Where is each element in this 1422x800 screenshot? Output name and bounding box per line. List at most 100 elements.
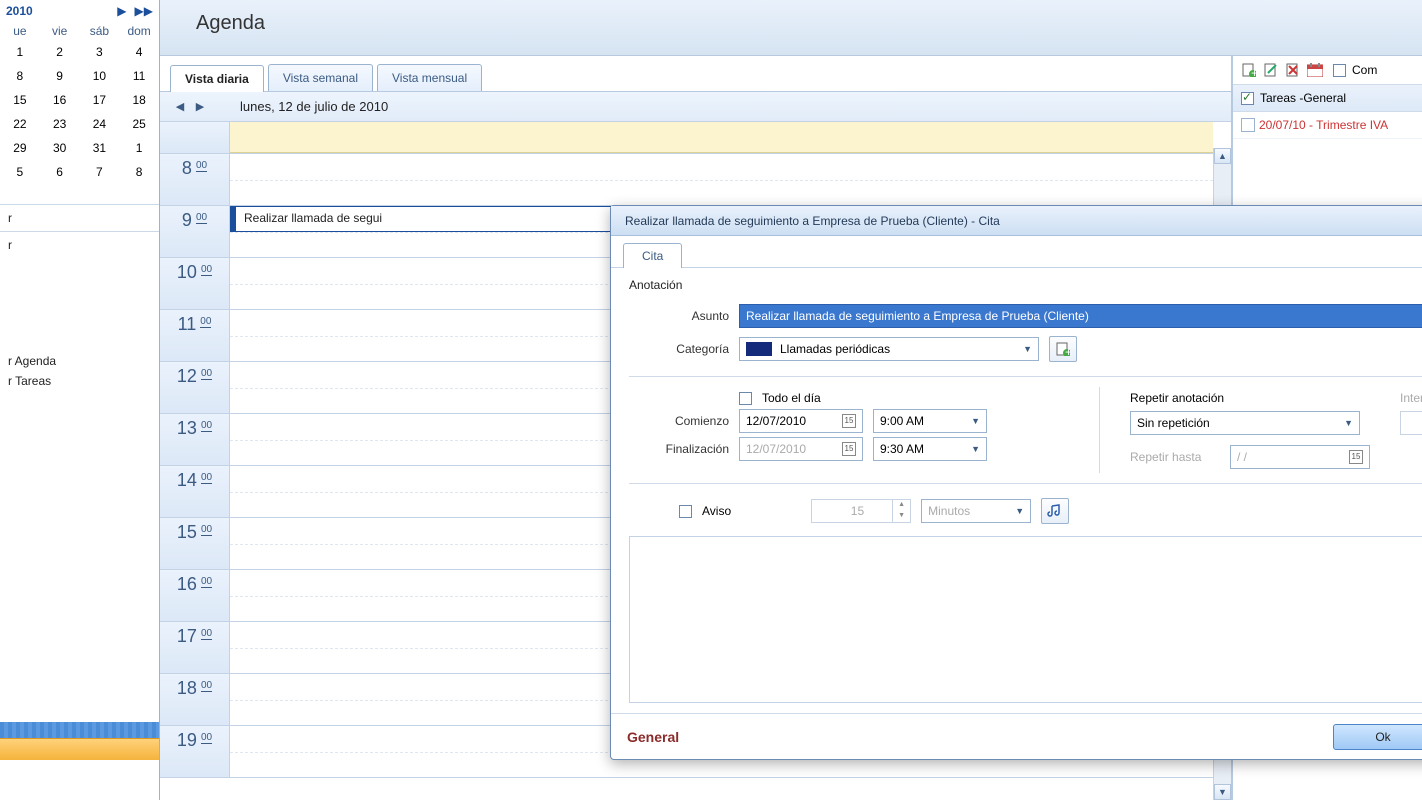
task-calendar-icon[interactable] xyxy=(1307,62,1323,78)
dialog-tab-cita[interactable]: Cita xyxy=(623,243,682,268)
task-filter-checkbox[interactable] xyxy=(1333,64,1346,77)
subject-input[interactable] xyxy=(739,304,1422,328)
label-repetir: Repetir anotación xyxy=(1130,391,1360,405)
sound-button[interactable] xyxy=(1041,498,1069,524)
task-delete-icon[interactable] xyxy=(1285,62,1301,78)
hour-gutter: 900 xyxy=(160,206,230,257)
sidebar-white-bar xyxy=(0,760,159,800)
mini-cal-dow: ueviesábdom xyxy=(0,22,159,40)
sidebar-item-b[interactable]: r xyxy=(0,231,159,258)
all-day-checkbox[interactable] xyxy=(739,392,752,405)
task-add-icon[interactable]: + xyxy=(1241,62,1257,78)
label-asunto: Asunto xyxy=(629,309,729,323)
mini-cal-day[interactable]: 30 xyxy=(40,138,80,158)
appointment-dialog: Realizar llamada de seguimiento a Empres… xyxy=(610,205,1422,760)
hour-gutter: 800 xyxy=(160,154,230,205)
all-day-slot[interactable] xyxy=(230,122,1213,153)
mini-cal-day[interactable]: 25 xyxy=(119,114,159,134)
chevron-down-icon: ▼ xyxy=(971,416,980,426)
scroll-down-icon[interactable]: ▼ xyxy=(1214,784,1231,800)
hour-gutter: 1500 xyxy=(160,518,230,569)
mini-cal-day[interactable]: 1 xyxy=(119,138,159,158)
task-com-label: Com xyxy=(1352,63,1377,77)
mini-cal-day[interactable]: 31 xyxy=(80,138,120,158)
start-date-input[interactable]: 12/07/2010 15 xyxy=(739,409,863,433)
repeat-select[interactable]: Sin repetición ▼ xyxy=(1130,411,1360,435)
sidebar-link-agenda[interactable]: r Agenda xyxy=(0,348,159,374)
end-time-input[interactable]: 9:30 AM ▼ xyxy=(873,437,987,461)
mini-cal-day[interactable]: 7 xyxy=(80,162,120,182)
hour-slot[interactable] xyxy=(230,154,1213,205)
mini-cal-day[interactable]: 24 xyxy=(80,114,120,134)
mini-cal-day[interactable]: 8 xyxy=(119,162,159,182)
start-time-input[interactable]: 9:00 AM ▼ xyxy=(873,409,987,433)
tasks-header-checkbox[interactable] xyxy=(1241,92,1254,105)
category-select[interactable]: Llamadas periódicas ▼ xyxy=(739,337,1039,361)
calendar-icon[interactable]: 15 xyxy=(842,442,856,456)
tab-daily[interactable]: Vista diaria xyxy=(170,65,264,92)
mini-cal-month: 2010 xyxy=(6,4,33,18)
repeat-until-input[interactable]: / / 15 xyxy=(1230,445,1370,469)
mini-cal-day[interactable]: 23 xyxy=(40,114,80,134)
next-day-icon[interactable]: ▶ xyxy=(190,100,210,113)
alarm-unit-select[interactable]: Minutos ▼ xyxy=(921,499,1031,523)
spin-up-icon[interactable]: ▲ xyxy=(893,500,910,511)
chevron-down-icon: ▼ xyxy=(1344,418,1353,428)
end-date-input[interactable]: 12/07/2010 15 xyxy=(739,437,863,461)
mini-cal-day[interactable]: 5 xyxy=(0,162,40,182)
scroll-up-icon[interactable]: ▲ xyxy=(1214,148,1231,164)
mini-cal-day[interactable]: 9 xyxy=(40,66,80,86)
mini-cal-day[interactable]: 11 xyxy=(119,66,159,86)
sidebar-item-a[interactable]: r xyxy=(0,204,159,231)
hour-gutter: 1600 xyxy=(160,570,230,621)
tab-weekly[interactable]: Vista semanal xyxy=(268,64,373,91)
mini-cal-day[interactable]: 6 xyxy=(40,162,80,182)
interval-spinner[interactable]: ▲▼ xyxy=(1400,411,1422,435)
ok-button[interactable]: Ok xyxy=(1333,724,1422,750)
mini-cal-day[interactable]: 3 xyxy=(80,42,120,62)
label-repetir-hasta: Repetir hasta xyxy=(1130,450,1220,464)
label-all-day: Todo el día xyxy=(762,391,821,405)
mini-cal-day[interactable]: 15 xyxy=(0,90,40,110)
chevron-down-icon: ▼ xyxy=(1015,506,1024,516)
mini-cal-day[interactable]: 10 xyxy=(80,66,120,86)
notes-textarea[interactable]: ▲ ▼ xyxy=(629,536,1422,703)
sidebar-blue-bar xyxy=(0,722,159,738)
alarm-checkbox[interactable] xyxy=(679,505,692,518)
mini-cal-day[interactable]: 4 xyxy=(119,42,159,62)
mini-cal-day[interactable]: 17 xyxy=(80,90,120,110)
mini-cal-day[interactable]: 16 xyxy=(40,90,80,110)
mini-cal-day[interactable]: 8 xyxy=(0,66,40,86)
label-comienzo: Comienzo xyxy=(629,414,729,428)
hour-gutter: 1100 xyxy=(160,310,230,361)
label-aviso: Aviso xyxy=(702,504,731,518)
mini-cal-day[interactable]: 22 xyxy=(0,114,40,134)
mini-cal-day[interactable]: 29 xyxy=(0,138,40,158)
sidebar-link-tareas[interactable]: r Tareas xyxy=(0,374,159,394)
mini-cal-day[interactable]: 1 xyxy=(0,42,40,62)
calendar-icon[interactable]: 15 xyxy=(842,414,856,428)
category-color-swatch xyxy=(746,342,772,356)
alarm-value-spinner[interactable]: ▲▼ xyxy=(811,499,911,523)
add-category-button[interactable]: + xyxy=(1049,336,1077,362)
dialog-status: General xyxy=(627,729,679,745)
hour-gutter: 1300 xyxy=(160,414,230,465)
mini-cal-next-icon[interactable]: ▶ xyxy=(117,4,126,18)
label-finalizacion: Finalización xyxy=(629,442,729,456)
svg-text:+: + xyxy=(1251,66,1256,77)
section-anotacion: Anotación xyxy=(629,278,1422,292)
mini-cal-day[interactable]: 18 xyxy=(119,90,159,110)
spin-down-icon[interactable]: ▼ xyxy=(893,511,910,522)
hour-gutter: 1000 xyxy=(160,258,230,309)
hour-gutter: 1200 xyxy=(160,362,230,413)
task-item[interactable]: 20/07/10 - Trimestre IVA xyxy=(1233,112,1422,139)
mini-cal-fwd-icon[interactable]: ▶▶ xyxy=(135,4,153,18)
calendar-icon[interactable]: 15 xyxy=(1349,450,1363,464)
sidebar-orange-bar[interactable] xyxy=(0,738,159,760)
music-note-icon xyxy=(1047,504,1063,518)
mini-cal-day[interactable]: 2 xyxy=(40,42,80,62)
prev-day-icon[interactable]: ◀ xyxy=(170,100,190,113)
tab-monthly[interactable]: Vista mensual xyxy=(377,64,482,91)
task-edit-icon[interactable] xyxy=(1263,62,1279,78)
svg-text:+: + xyxy=(1065,345,1070,356)
